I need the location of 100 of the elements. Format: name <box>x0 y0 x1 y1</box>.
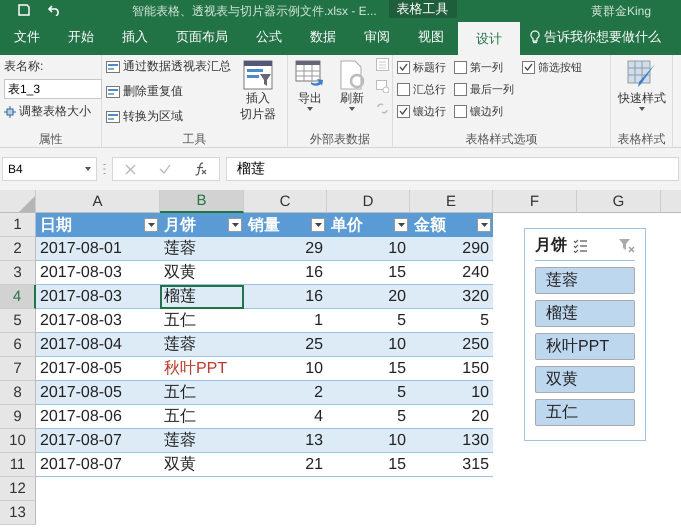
slicer-item[interactable]: 莲蓉 <box>535 267 635 294</box>
slicer-icon <box>243 60 273 90</box>
row-header[interactable]: 11 <box>0 453 36 477</box>
column-header[interactable]: C <box>244 190 327 213</box>
slicer-item[interactable]: 秋叶PPT <box>535 333 635 360</box>
table-cell: 莲蓉 <box>160 429 244 453</box>
row-header[interactable]: 10 <box>0 429 36 453</box>
table-name-field[interactable]: 表1_3 <box>4 79 102 99</box>
row-header[interactable]: 12 <box>0 477 36 501</box>
ribbon-tab[interactable]: 开始 <box>54 18 108 55</box>
column-header[interactable]: A <box>36 190 160 213</box>
slicer-item[interactable]: 榴莲 <box>535 300 635 327</box>
filter-dropdown[interactable] <box>228 218 242 232</box>
style-option-checkbox[interactable]: 标题行 <box>397 58 446 76</box>
export-button[interactable]: 导出 <box>292 58 328 131</box>
row-header[interactable]: 4 <box>0 285 36 309</box>
row-header[interactable]: 6 <box>0 333 36 357</box>
style-option-checkbox[interactable]: 镶边列 <box>454 102 514 120</box>
row-header[interactable]: 1 <box>0 213 36 237</box>
multi-select-icon[interactable] <box>573 238 588 252</box>
checkmark-icon <box>524 63 533 71</box>
table-cell: 双黄 <box>160 261 244 285</box>
filter-dropdown[interactable] <box>477 218 491 232</box>
column-header[interactable]: D <box>327 190 410 213</box>
table-header-cell: 金额 <box>410 213 493 237</box>
ribbon-tab[interactable]: 视图 <box>404 18 458 55</box>
ribbon-button[interactable]: 删除重复值 <box>106 83 231 100</box>
caret-icon <box>349 107 355 111</box>
table-header-cell: 月饼 <box>160 213 244 237</box>
slicer-item[interactable]: 双黄 <box>535 366 635 393</box>
function-icon[interactable] <box>194 162 208 176</box>
column-header[interactable]: E <box>410 190 493 213</box>
row-header[interactable]: 8 <box>0 381 36 405</box>
table-cell: 2017-08-04 <box>36 333 160 357</box>
checkmark-icon <box>399 63 408 71</box>
style-option-checkbox[interactable]: 镶边行 <box>397 102 446 120</box>
row-header[interactable]: 7 <box>0 357 36 381</box>
style-option-checkbox[interactable]: 第一列 <box>454 58 514 76</box>
row-header[interactable]: 3 <box>0 261 36 285</box>
ribbon-button[interactable]: 通过数据透视表汇总 <box>106 58 231 75</box>
ribbon-tab[interactable]: 页面布局 <box>162 18 242 55</box>
style-option-checkbox[interactable]: 筛选按钮 <box>522 58 582 76</box>
slicer-title: 月饼 <box>535 235 567 256</box>
lightbulb-icon <box>530 30 540 44</box>
row-header[interactable]: 13 <box>0 501 36 525</box>
table-cell: 10 <box>410 381 493 405</box>
save-icon[interactable] <box>18 4 30 16</box>
caret-icon <box>307 107 313 111</box>
table-cell: 2017-08-07 <box>36 429 160 453</box>
style-option-checkbox[interactable]: 汇总行 <box>397 80 446 98</box>
filter-dropdown[interactable] <box>144 218 158 232</box>
ribbon-tab[interactable]: 文件 <box>0 18 54 55</box>
tell-me-search[interactable]: 告诉我你想要做什么 <box>544 28 661 46</box>
table-cell: 5 <box>327 381 410 405</box>
checkmark-icon <box>399 107 408 115</box>
ribbon-button[interactable]: 转换为区域 <box>106 108 231 125</box>
table-header-cell: 销量 <box>244 213 327 237</box>
column-header[interactable]: B <box>160 190 244 213</box>
row-header[interactable]: 5 <box>0 309 36 333</box>
quick-styles-button[interactable]: 快速样式 <box>615 58 669 131</box>
column-header[interactable]: G <box>577 190 661 213</box>
ribbon-tab[interactable]: 公式 <box>242 18 296 55</box>
caret-icon <box>480 223 488 227</box>
style-option-checkbox[interactable]: 最后一列 <box>454 80 514 98</box>
refresh-button[interactable]: 刷新 <box>334 58 370 131</box>
column-header[interactable]: F <box>493 190 577 213</box>
group-label: 工具 <box>182 131 208 147</box>
formula-field[interactable]: 榴莲 <box>226 157 679 181</box>
row-header[interactable]: 2 <box>0 237 36 261</box>
name-box[interactable]: B4 <box>2 157 97 181</box>
filter-dropdown[interactable] <box>394 218 408 232</box>
table-cell: 29 <box>244 237 327 261</box>
unlink-icon <box>376 102 389 115</box>
table-cell: 290 <box>410 237 493 261</box>
row-header[interactable]: 9 <box>0 405 36 429</box>
filter-dropdown[interactable] <box>311 218 325 232</box>
table-cell: 五仁 <box>160 381 244 405</box>
ribbon-tab[interactable]: 设计 <box>458 22 520 55</box>
group-label: 属性 <box>38 131 64 147</box>
clear-filter-icon[interactable] <box>619 238 635 252</box>
group-label: 表格样式 <box>616 131 666 147</box>
table-cell: 2 <box>244 381 327 405</box>
table-cell: 25 <box>244 333 327 357</box>
ribbon-tab[interactable]: 数据 <box>296 18 350 55</box>
resize-table-button[interactable]: 调整表格大小 <box>4 103 102 120</box>
slicer-item[interactable]: 五仁 <box>535 399 635 426</box>
group-label: 外部表数据 <box>309 131 371 147</box>
table-brush-icon <box>627 60 657 90</box>
table-tool-icon <box>106 86 120 98</box>
ribbon-tab[interactable]: 插入 <box>108 18 162 55</box>
check-icon[interactable] <box>158 164 170 174</box>
caret-icon <box>314 223 322 227</box>
table-cell: 16 <box>244 285 327 309</box>
table-cell: 10 <box>327 333 410 357</box>
insert-slicer-button[interactable]: 插入 切片器 <box>237 58 279 131</box>
active-cell: 榴莲 <box>160 285 244 309</box>
table-cell: 250 <box>410 333 493 357</box>
undo-icon[interactable] <box>48 4 62 16</box>
table-name-label: 表名称: <box>4 58 44 75</box>
ribbon-tab[interactable]: 审阅 <box>350 18 404 55</box>
